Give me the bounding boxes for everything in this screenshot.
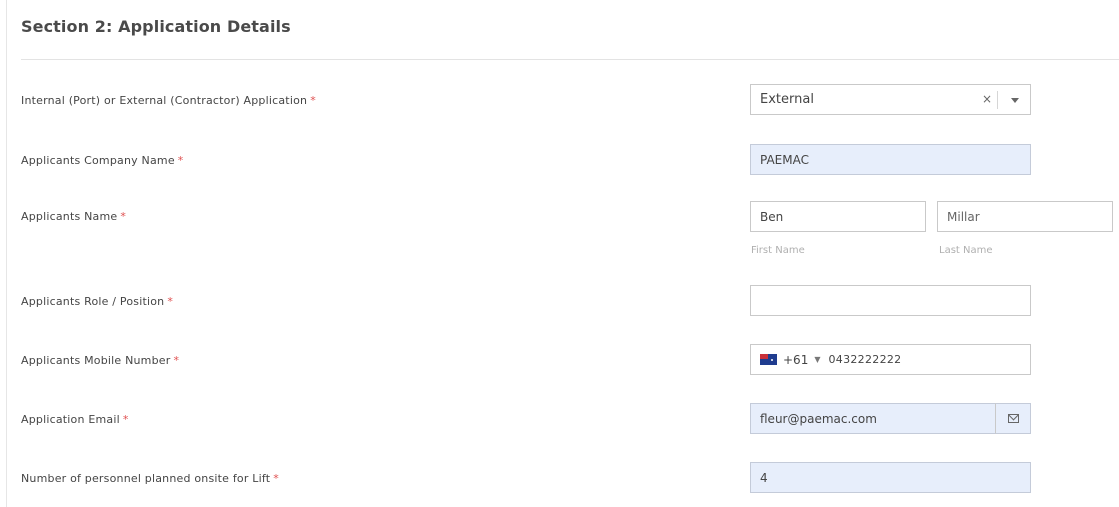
applicant-name-label: Applicants Name * — [21, 210, 126, 223]
mobile-number-input[interactable]: +61 ▼ 0432222222 — [750, 344, 1031, 375]
required-marker: * — [167, 295, 174, 308]
mobile-number-value: 0432222222 — [828, 353, 902, 366]
last-name-input[interactable]: Millar — [937, 201, 1113, 232]
envelope-icon — [1007, 414, 1019, 423]
australia-flag-icon[interactable] — [760, 354, 777, 365]
company-name-label-text: Applicants Company Name — [21, 154, 175, 167]
role-position-label-text: Applicants Role / Position — [21, 295, 165, 308]
country-caret-icon[interactable]: ▼ — [814, 355, 820, 364]
required-marker: * — [310, 94, 316, 107]
personnel-count-label-text: Number of personnel planned onsite for L… — [21, 472, 271, 485]
email-addon — [995, 403, 1031, 434]
mobile-number-label: Applicants Mobile Number * — [21, 354, 179, 367]
required-marker: * — [177, 154, 184, 167]
applicant-name-label-text: Applicants Name — [21, 210, 118, 223]
company-name-label: Applicants Company Name * — [21, 154, 184, 167]
application-type-select[interactable]: External × — [750, 84, 1031, 115]
first-name-hint: First Name — [751, 245, 805, 256]
personnel-count-input[interactable]: 4 — [750, 462, 1031, 493]
email-label-text: Application Email — [21, 413, 120, 426]
section-title: Section 2: Application Details — [21, 17, 291, 36]
email-label: Application Email * — [21, 413, 129, 426]
personnel-count-value: 4 — [760, 470, 768, 485]
clear-selection-icon[interactable]: × — [982, 92, 992, 106]
select-separator — [997, 91, 998, 109]
company-name-value: PAEMAC — [760, 152, 809, 167]
section-divider — [21, 59, 1119, 60]
last-name-value: Millar — [947, 209, 980, 224]
application-type-label: Internal (Port) or External (Contractor)… — [21, 94, 316, 107]
first-name-input[interactable]: Ben — [750, 201, 926, 232]
first-name-value: Ben — [760, 209, 784, 224]
role-position-label: Applicants Role / Position * — [21, 295, 173, 308]
country-dial-code[interactable]: +61 — [783, 353, 808, 367]
application-type-label-text: Internal (Port) or External (Contractor)… — [21, 94, 308, 107]
left-border — [6, 0, 7, 507]
required-marker: * — [120, 210, 127, 223]
role-position-input[interactable] — [750, 285, 1031, 316]
chevron-down-icon[interactable] — [1011, 98, 1019, 103]
personnel-count-label: Number of personnel planned onsite for L… — [21, 472, 279, 485]
last-name-hint: Last Name — [939, 245, 993, 256]
email-input[interactable]: fleur@paemac.com — [750, 403, 996, 434]
mobile-number-label-text: Applicants Mobile Number — [21, 354, 171, 367]
required-marker: * — [173, 354, 180, 367]
email-value: fleur@paemac.com — [760, 411, 877, 426]
required-marker: * — [122, 413, 129, 426]
required-marker: * — [273, 472, 279, 485]
company-name-input[interactable]: PAEMAC — [750, 144, 1031, 175]
